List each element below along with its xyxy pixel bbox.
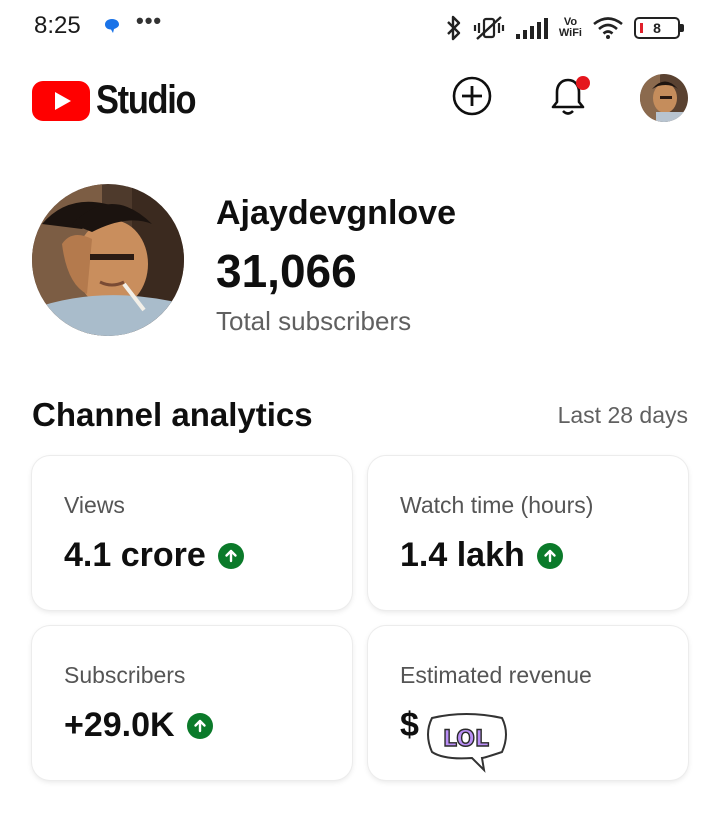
youtube-play-icon — [32, 80, 90, 121]
create-button[interactable] — [450, 74, 494, 118]
message-notification-icon — [104, 18, 120, 34]
card-label: Subscribers — [64, 662, 186, 688]
card-value: +29.0K — [64, 706, 175, 744]
channel-summary: Ajaydevgnlove 31,066 Total subscribers — [0, 184, 720, 344]
subscriber-label: Total subscribers — [216, 306, 412, 336]
status-time: 8:25 — [34, 12, 81, 39]
battery-icon: 8 — [634, 17, 684, 39]
analytics-title: Channel analytics — [32, 396, 313, 433]
account-avatar[interactable] — [640, 74, 688, 122]
vibrate-off-icon — [473, 14, 505, 42]
subscriber-count: 31,066 — [216, 245, 357, 297]
card-value: 1.4 lakh — [400, 536, 525, 574]
revenue-card[interactable]: Estimated revenue $ — [368, 626, 688, 780]
status-bar: 8:25 ••• Vo WiFi 8 — [0, 0, 720, 56]
lol-sticker: LOL — [424, 712, 508, 774]
channel-name: Ajaydevgnlove — [216, 194, 456, 232]
vowifi-label: Vo WiFi — [558, 16, 582, 39]
card-value: 4.1 crore — [64, 536, 206, 574]
sticker-text: LOL — [443, 727, 489, 752]
trend-up-icon — [217, 542, 244, 569]
notifications-button[interactable] — [546, 74, 590, 118]
views-card[interactable]: Views 4.1 crore — [32, 456, 352, 610]
battery-level: 8 — [653, 20, 661, 36]
trend-up-icon — [186, 712, 213, 739]
app-name: Studio — [96, 78, 197, 122]
trend-up-icon — [536, 542, 563, 569]
status-icons: Vo WiFi 8 — [445, 10, 684, 46]
card-label: Watch time (hours) — [400, 492, 594, 518]
notification-badge — [576, 76, 590, 90]
channel-avatar[interactable] — [32, 184, 184, 336]
signal-strength-icon — [515, 16, 549, 40]
card-label: Estimated revenue — [400, 662, 592, 688]
analytics-range[interactable]: Last 28 days — [558, 402, 688, 429]
app-header: Studio — [0, 60, 720, 140]
card-label: Views — [64, 492, 125, 518]
bluetooth-icon — [445, 15, 463, 41]
watch-time-card[interactable]: Watch time (hours) 1.4 lakh — [368, 456, 688, 610]
more-notifications-icon: ••• — [136, 8, 163, 33]
wifi-icon — [592, 16, 624, 40]
subscribers-card[interactable]: Subscribers +29.0K — [32, 626, 352, 780]
youtube-studio-logo[interactable]: Studio — [32, 78, 211, 123]
plus-circle-icon — [452, 76, 492, 116]
card-value: $ — [400, 706, 419, 744]
